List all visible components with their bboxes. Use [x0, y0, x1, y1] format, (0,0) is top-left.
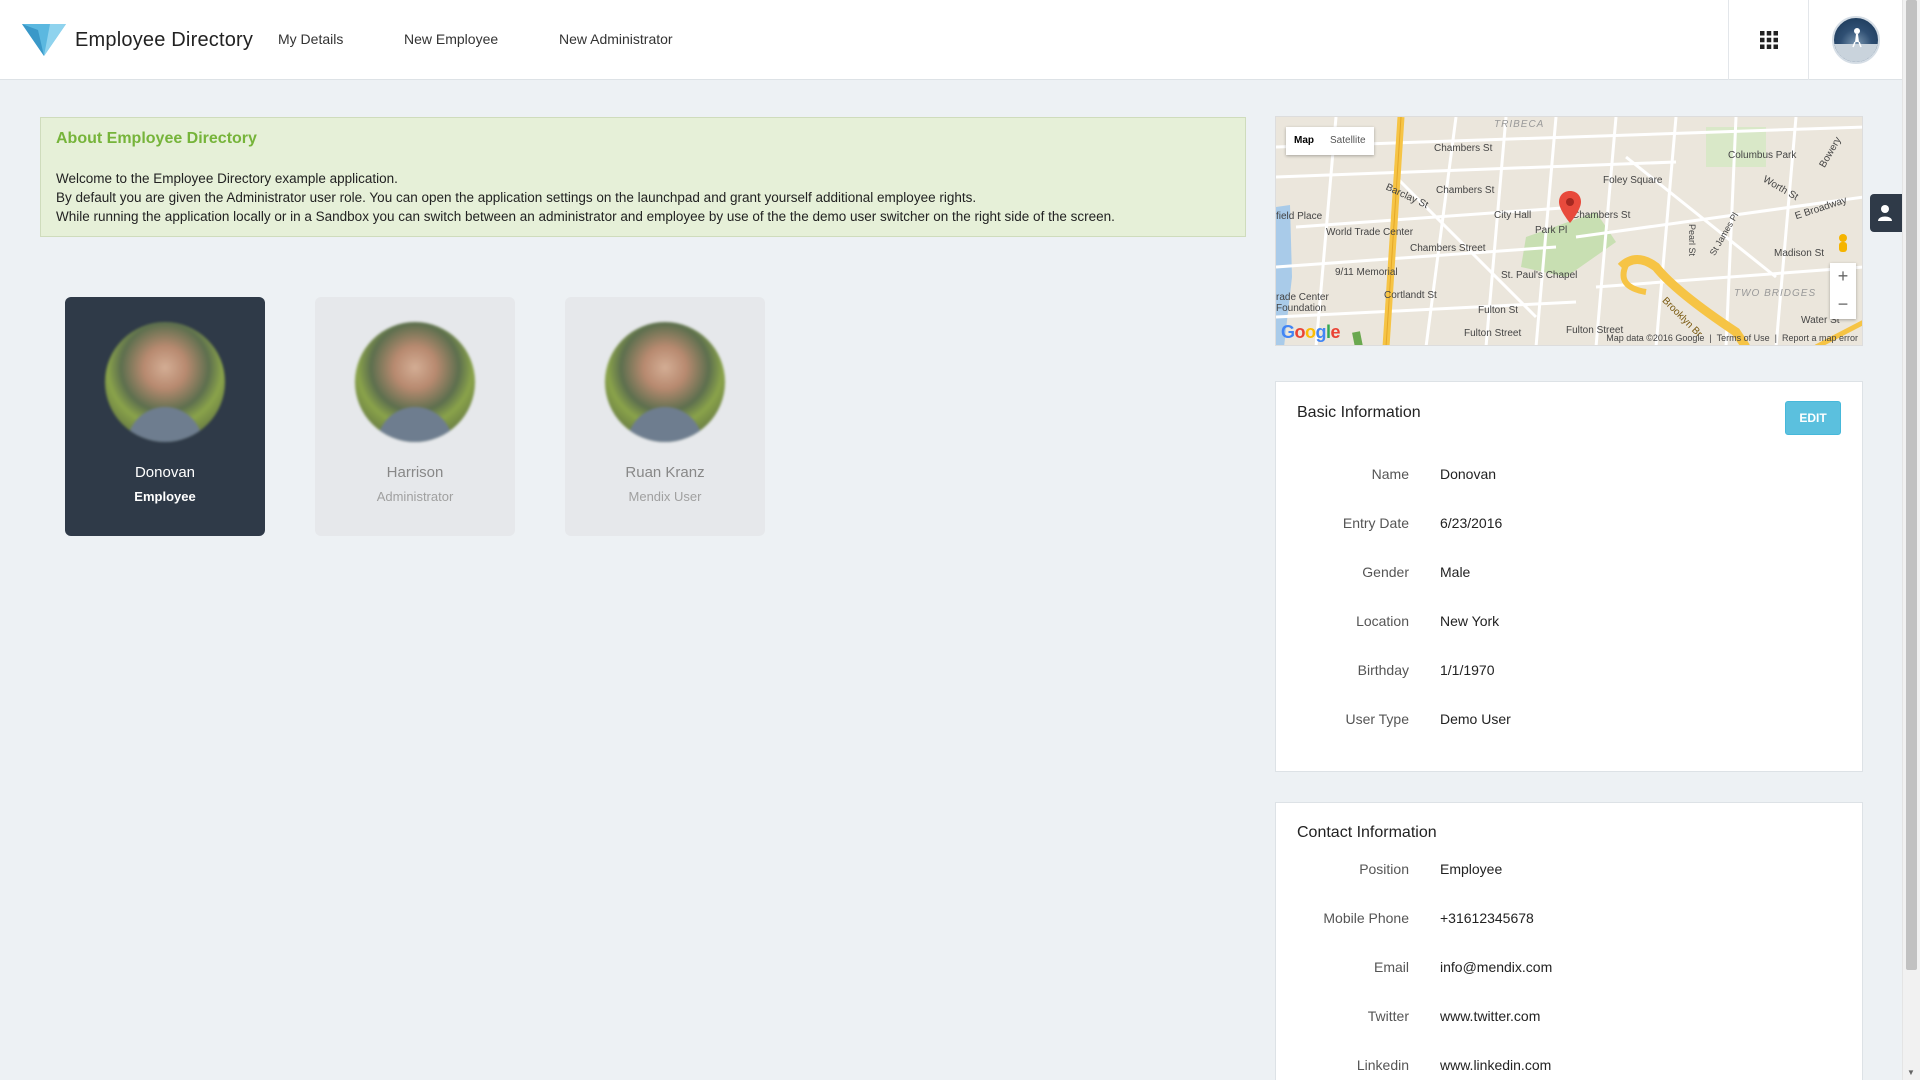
brand[interactable]: Employee Directory — [20, 20, 253, 60]
about-line-1: Welcome to the Employee Directory exampl… — [56, 171, 398, 186]
field-label: Position — [1359, 861, 1409, 877]
user-card-role: Employee — [134, 489, 196, 504]
google-logo: Google — [1281, 322, 1341, 342]
field-value: Employee — [1440, 861, 1503, 877]
avatar — [1831, 16, 1880, 64]
grid-icon — [1759, 31, 1778, 49]
about-title: About Employee Directory — [56, 130, 257, 147]
edit-button[interactable]: EDIT — [1785, 401, 1841, 435]
map-label: Chambers St — [1436, 185, 1495, 196]
user-photo — [105, 322, 225, 442]
user-avatar-button[interactable] — [1808, 0, 1902, 80]
map-label: Pearl St — [1687, 223, 1698, 257]
map-type-map-button[interactable]: Map — [1286, 127, 1322, 155]
user-card-role: Mendix User — [628, 489, 702, 504]
field-label: User Type — [1345, 711, 1409, 727]
zoom-out-button[interactable]: − — [1830, 291, 1856, 319]
map-report-link[interactable]: Report a map error — [1782, 333, 1858, 343]
avatar-figure-icon — [1833, 28, 1878, 62]
field-label: Entry Date — [1342, 515, 1409, 531]
map-label: Madison St — [1774, 248, 1825, 259]
contact-information-title: Contact Information — [1297, 824, 1437, 841]
basic-information-panel: Basic Information EDIT Name Donovan Entr… — [1275, 381, 1863, 772]
field-label: Birthday — [1357, 662, 1409, 678]
map-label: St. Paul's Chapel — [1501, 270, 1578, 281]
user-card-role: Administrator — [376, 489, 454, 504]
user-card-ruan-kranz[interactable]: Ruan Kranz Mendix User — [565, 297, 765, 536]
map-label: Foley Square — [1603, 175, 1663, 186]
map-label: World Trade Center — [1326, 227, 1414, 238]
field-label: Name — [1371, 466, 1409, 482]
nav-new-employee[interactable]: New Employee — [404, 31, 498, 47]
user-card-name: Harrison — [386, 464, 444, 481]
logo-icon — [22, 24, 66, 56]
field-value: www.twitter.com — [1440, 1008, 1541, 1024]
field-value: 1/1/1970 — [1440, 662, 1495, 678]
contact-information-panel: Contact Information Position Employee Mo… — [1275, 802, 1863, 1080]
user-card-donovan[interactable]: Donovan Employee — [65, 297, 265, 536]
map-label: City Hall — [1494, 210, 1532, 221]
map-label: 9/11 Memorial — [1335, 267, 1398, 278]
user-card-name: Donovan — [134, 464, 196, 481]
map-attribution: Map data ©2016 Google — [1606, 333, 1705, 343]
user-card-harrison[interactable]: Harrison Administrator — [315, 297, 515, 536]
field-value: New York — [1440, 613, 1500, 629]
field-value: Male — [1440, 564, 1471, 580]
map-label: Park Pl — [1535, 225, 1568, 236]
field-label: Linkedin — [1356, 1057, 1409, 1073]
map-label: Columbus Park — [1728, 150, 1797, 161]
map-terms-link[interactable]: Terms of Use — [1717, 333, 1770, 343]
user-photo — [605, 322, 725, 442]
map-footer: Map data ©2016 Google | Terms of Use | R… — [1606, 333, 1858, 343]
user-switch-icon — [1878, 205, 1895, 221]
user-card-name: Ruan Kranz — [625, 464, 705, 481]
field-value: www.linkedin.com — [1440, 1057, 1552, 1073]
nav-my-details[interactable]: My Details — [278, 31, 343, 47]
field-value: Donovan — [1440, 466, 1497, 482]
scroll-down-arrow-icon[interactable]: ▼ — [1907, 1068, 1915, 1077]
basic-information-title: Basic Information — [1297, 404, 1421, 421]
about-line-3: While running the application locally or… — [56, 209, 1115, 224]
map-label: TWO BRIDGES — [1734, 288, 1817, 299]
location-map[interactable]: Map Satellite TRIBECA Chambers St Chambe… — [1275, 116, 1863, 346]
map-marker-icon[interactable] — [1559, 191, 1581, 223]
field-label: Gender — [1362, 564, 1409, 580]
field-value: 6/23/2016 — [1440, 515, 1503, 531]
map-type-satellite-button[interactable]: Satellite — [1322, 127, 1374, 155]
map-label: Fulton St — [1478, 305, 1519, 316]
user-photo — [355, 322, 475, 442]
demo-user-switcher-button[interactable] — [1870, 194, 1902, 232]
field-label: Email — [1373, 959, 1409, 975]
field-value: Demo User — [1440, 711, 1511, 727]
about-line-2: By default you are given the Administrat… — [56, 190, 977, 205]
zoom-in-button[interactable]: + — [1830, 263, 1856, 291]
field-label: Twitter — [1367, 1008, 1409, 1024]
top-navbar: Employee Directory My Details New Employ… — [0, 0, 1902, 80]
nav-new-administrator[interactable]: New Administrator — [559, 31, 673, 47]
app-title: Employee Directory — [75, 28, 254, 51]
map-type-control: Map Satellite — [1286, 127, 1374, 155]
apps-launcher-button[interactable] — [1728, 0, 1808, 80]
vertical-scrollbar[interactable]: ▼ — [1902, 0, 1920, 1080]
map-label: field Place — [1276, 211, 1323, 222]
field-value: info@mendix.com — [1440, 959, 1553, 975]
map-zoom-control: + − — [1830, 263, 1856, 319]
map-label: Fulton Street — [1464, 328, 1522, 339]
map-label: Chambers Street — [1410, 243, 1486, 254]
field-label: Location — [1356, 613, 1409, 629]
about-panel: About Employee Directory Welcome to the … — [40, 117, 1246, 237]
map-label: rade Center Foundation — [1276, 292, 1329, 314]
field-value: +31612345678 — [1440, 910, 1534, 926]
field-label: Mobile Phone — [1323, 910, 1409, 926]
map-label: Chambers St — [1434, 143, 1493, 154]
map-label: Cortlandt St — [1384, 290, 1437, 301]
street-view-pegman-icon[interactable] — [1834, 233, 1852, 257]
map-label: TRIBECA — [1494, 119, 1545, 130]
scrollbar-thumb[interactable] — [1906, 0, 1917, 970]
